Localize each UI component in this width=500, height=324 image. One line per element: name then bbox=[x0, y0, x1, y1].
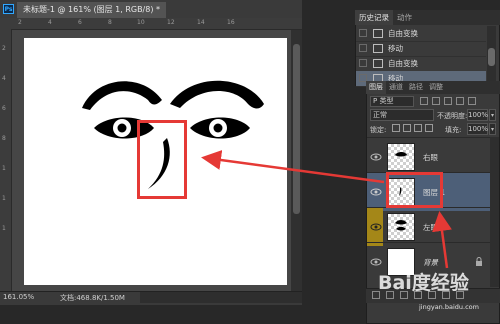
watermark-logo: Bai度经验 bbox=[378, 272, 469, 294]
watermark-url: jingyan.baidu.com bbox=[419, 303, 479, 311]
arrow-to-nose bbox=[201, 150, 385, 184]
arrow-to-layer bbox=[432, 211, 452, 269]
